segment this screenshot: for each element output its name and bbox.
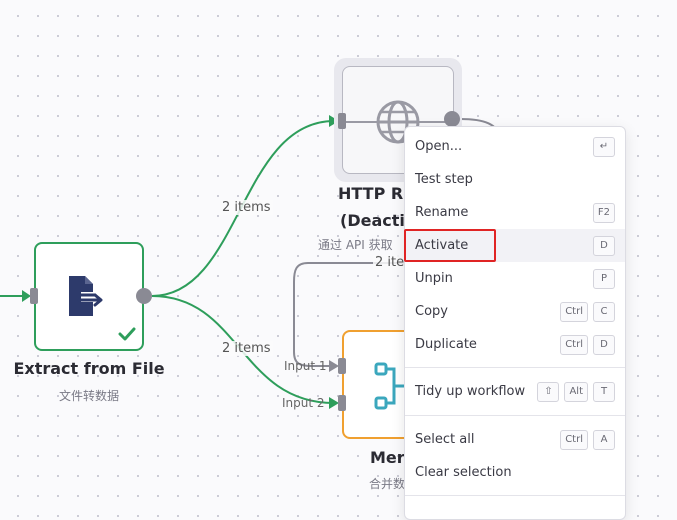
file-extract-icon [69, 276, 103, 316]
key-t: T [593, 381, 615, 402]
merge-input2-handle[interactable] [338, 395, 346, 411]
wire-label-top: 2 items [220, 200, 273, 215]
context-menu: Open... ↵ Test step Rename F2 Activate D… [404, 126, 626, 520]
menu-item-unpin[interactable]: Unpin P [405, 262, 625, 295]
key-a: A [593, 429, 615, 450]
menu-divider [405, 415, 625, 416]
menu-item-test-step-label: Test step [415, 172, 473, 187]
shortcut-open: ↵ [593, 136, 615, 157]
shortcut-rename: F2 [592, 202, 615, 223]
menu-item-open[interactable]: Open... ↵ [405, 130, 625, 163]
menu-item-open-label: Open... [415, 139, 463, 154]
merge-node-subtitle: 合并数 [369, 477, 406, 491]
http-node-title-line1: HTTP Re [338, 184, 415, 203]
menu-item-tidy-up-label: Tidy up workflow [415, 384, 526, 399]
key-ctrl: Ctrl [560, 301, 588, 322]
menu-item-rename[interactable]: Rename F2 [405, 196, 625, 229]
shortcut-unpin: P [593, 268, 615, 289]
key-p: P [593, 268, 615, 289]
key-alt: Alt [564, 381, 588, 402]
menu-item-unpin-label: Unpin [415, 271, 453, 286]
extract-node-subtitle: 文件转数据 [58, 389, 119, 403]
menu-item-rename-label: Rename [415, 205, 469, 220]
key-ctrl: Ctrl [560, 334, 588, 355]
http-input-handle[interactable] [338, 113, 346, 129]
key-enter: ↵ [593, 136, 615, 157]
http-node-subtitle: 通过 API 获取 [318, 238, 393, 252]
key-d: D [593, 235, 615, 256]
menu-item-select-all-label: Select all [415, 432, 475, 447]
menu-item-test-step[interactable]: Test step [405, 163, 625, 196]
shortcut-copy: Ctrl C [560, 301, 615, 322]
menu-divider [405, 367, 625, 368]
extract-output-handle[interactable] [136, 288, 152, 304]
menu-item-copy-label: Copy [415, 304, 448, 319]
shortcut-activate: D [593, 235, 615, 256]
shortcut-duplicate: Ctrl D [560, 334, 615, 355]
http-node-title-line2: (Deactiv [340, 211, 416, 230]
http-output-handle[interactable] [444, 111, 460, 127]
key-f2: F2 [592, 202, 615, 223]
key-ctrl: Ctrl [560, 429, 588, 450]
success-check-icon [118, 327, 136, 341]
menu-item-duplicate[interactable]: Duplicate Ctrl D [405, 328, 625, 361]
menu-item-select-all[interactable]: Select all Ctrl A [405, 423, 625, 456]
node-extract-from-file[interactable] [34, 242, 144, 351]
menu-item-copy[interactable]: Copy Ctrl C [405, 295, 625, 328]
menu-item-tidy-up[interactable]: Tidy up workflow ⇧ Alt T [405, 375, 625, 408]
merge-input1-label: Input 1 [284, 359, 327, 373]
extract-node-title: Extract from File [13, 359, 165, 378]
menu-divider [405, 495, 625, 496]
key-d: D [593, 334, 615, 355]
merge-input2-label: Input 2 [282, 396, 325, 410]
deactivated-strike [341, 121, 457, 123]
key-c: C [593, 301, 615, 322]
shortcut-select-all: Ctrl A [560, 429, 615, 450]
extract-input-handle[interactable] [30, 288, 38, 304]
wire-label-merge-in: 2 ite [373, 255, 407, 270]
menu-item-duplicate-label: Duplicate [415, 337, 477, 352]
menu-item-clear-selection[interactable]: Clear selection [405, 456, 625, 489]
menu-item-clear-selection-label: Clear selection [415, 465, 512, 480]
shortcut-tidy-up: ⇧ Alt T [537, 381, 615, 402]
wire-label-bottom: 2 items [220, 341, 273, 356]
activate-highlight-annotation [404, 229, 496, 262]
merge-input1-handle[interactable] [338, 358, 346, 374]
key-shift: ⇧ [537, 381, 560, 402]
